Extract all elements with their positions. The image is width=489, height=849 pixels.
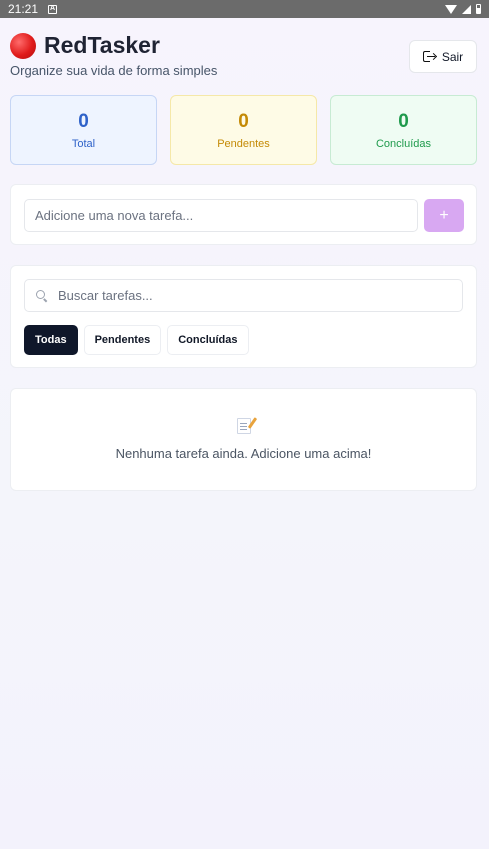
stats-row: 0 Total 0 Pendentes 0 Concluídas [10, 95, 477, 165]
stat-card-pending: 0 Pendentes [170, 95, 317, 165]
notification-icon: A [48, 4, 58, 14]
app-subtitle: Organize sua vida de forma simples [10, 63, 218, 78]
memo-icon [236, 418, 251, 434]
stat-done-value: 0 [398, 110, 409, 132]
stat-done-label: Concluídas [375, 137, 432, 150]
search-icon [36, 290, 48, 303]
filter-pending-button[interactable]: Pendentes [83, 325, 162, 355]
stat-total-value: 0 [78, 110, 89, 132]
search-filter-card: Buscar tarefas... Todas Pendentes Conclu… [10, 265, 477, 368]
status-bar: 21:21 A [0, 0, 489, 18]
search-placeholder: Buscar tarefas... [58, 288, 153, 303]
signal-icon [462, 4, 471, 14]
app-title: RedTasker [44, 32, 160, 58]
add-task-button[interactable]: + [424, 199, 464, 232]
logout-icon [422, 51, 437, 62]
battery-icon [476, 4, 481, 14]
filter-tabs: Todas Pendentes Concluídas [24, 325, 249, 355]
empty-state-message: Nenhuma tarefa ainda. Adicione uma acima… [115, 446, 372, 461]
logout-button[interactable]: Sair [409, 40, 477, 73]
app-header: RedTasker Organize sua vida de forma sim… [10, 32, 477, 82]
red-circle-icon [10, 32, 36, 59]
stat-total-label: Total [71, 137, 96, 150]
stat-card-done: 0 Concluídas [330, 95, 477, 165]
stat-pending-label: Pendentes [217, 137, 270, 150]
stat-pending-value: 0 [238, 110, 249, 132]
add-task-card: Adicione uma nova tarefa... + [10, 184, 477, 245]
filter-all-button[interactable]: Todas [24, 325, 78, 355]
search-input[interactable]: Buscar tarefas... [24, 279, 463, 312]
status-time: 21:21 [8, 2, 39, 16]
empty-state-card: Nenhuma tarefa ainda. Adicione uma acima… [10, 388, 477, 491]
wifi-icon [445, 4, 457, 14]
new-task-input[interactable]: Adicione uma nova tarefa... [24, 199, 418, 232]
filter-done-button[interactable]: Concluídas [167, 325, 249, 355]
plus-icon: + [439, 206, 449, 224]
stat-card-total: 0 Total [10, 95, 157, 165]
logout-label: Sair [441, 49, 464, 64]
